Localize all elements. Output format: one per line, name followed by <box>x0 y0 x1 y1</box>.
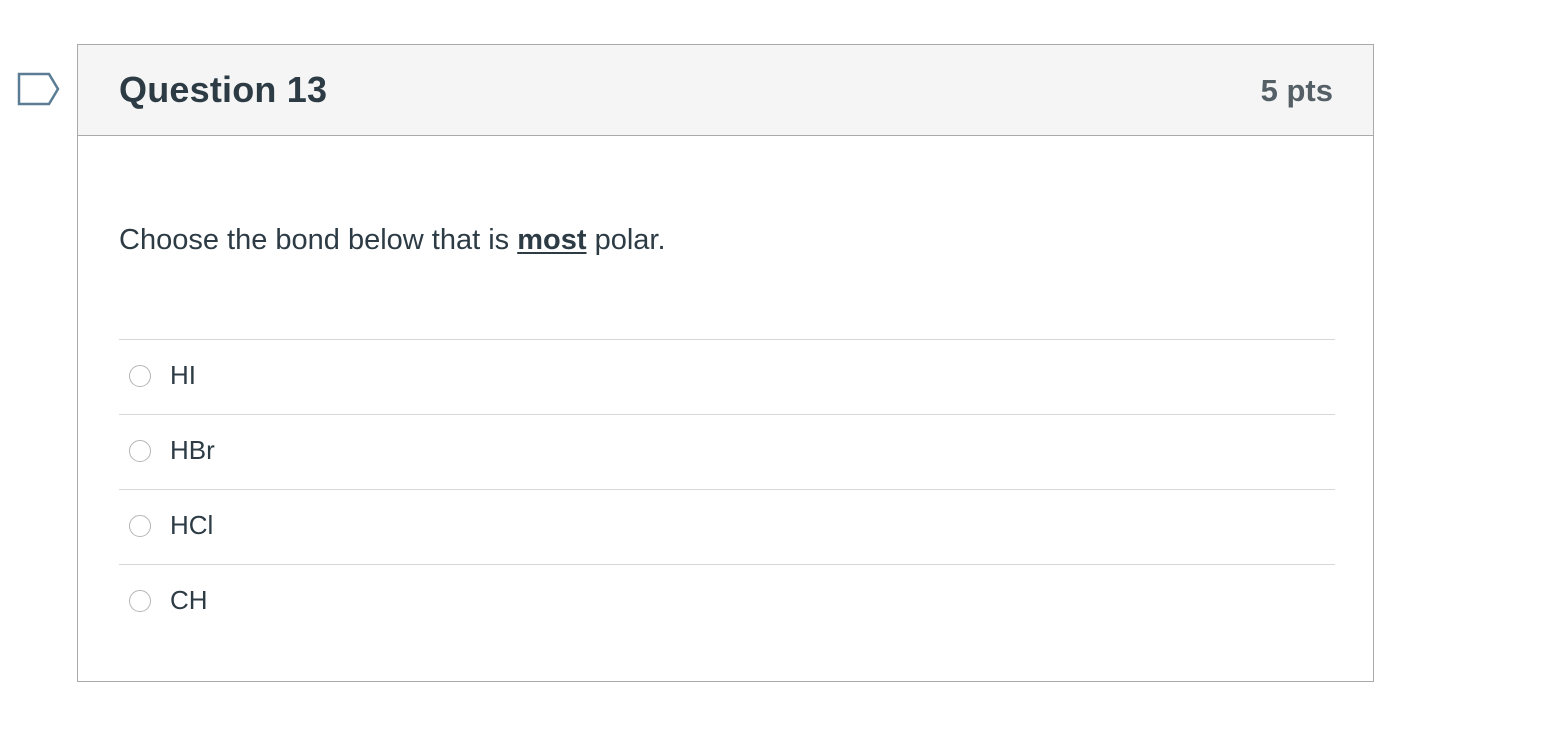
question-text-after: polar. <box>586 224 666 256</box>
answer-radio[interactable] <box>129 440 151 462</box>
question-card: Question 13 5 pts Choose the bond below … <box>77 44 1374 682</box>
question-title: Question 13 <box>119 69 328 110</box>
answer-radio[interactable] <box>129 365 151 387</box>
answer-option[interactable]: HBr <box>119 415 1335 490</box>
quiz-page: Question 13 5 pts Choose the bond below … <box>0 0 1552 740</box>
answer-label[interactable]: CH <box>170 585 208 616</box>
answer-option[interactable]: HCl <box>119 490 1335 565</box>
question-text: Choose the bond below that is most polar… <box>119 224 666 257</box>
question-text-emphasis: most <box>517 224 587 256</box>
answer-label[interactable]: HCl <box>170 510 213 541</box>
answer-radio[interactable] <box>129 590 151 612</box>
question-text-before: Choose the bond below that is <box>119 224 518 256</box>
answer-label[interactable]: HI <box>170 360 196 391</box>
question-header: Question 13 5 pts <box>78 45 1373 136</box>
answer-label[interactable]: HBr <box>170 435 215 466</box>
answer-option[interactable]: CH <box>119 565 1335 640</box>
answer-list: HI HBr HCl CH <box>119 339 1335 640</box>
flag-question-icon[interactable] <box>17 72 61 106</box>
answer-option[interactable]: HI <box>119 340 1335 415</box>
question-points: 5 pts <box>1260 73 1333 108</box>
answer-radio[interactable] <box>129 515 151 537</box>
